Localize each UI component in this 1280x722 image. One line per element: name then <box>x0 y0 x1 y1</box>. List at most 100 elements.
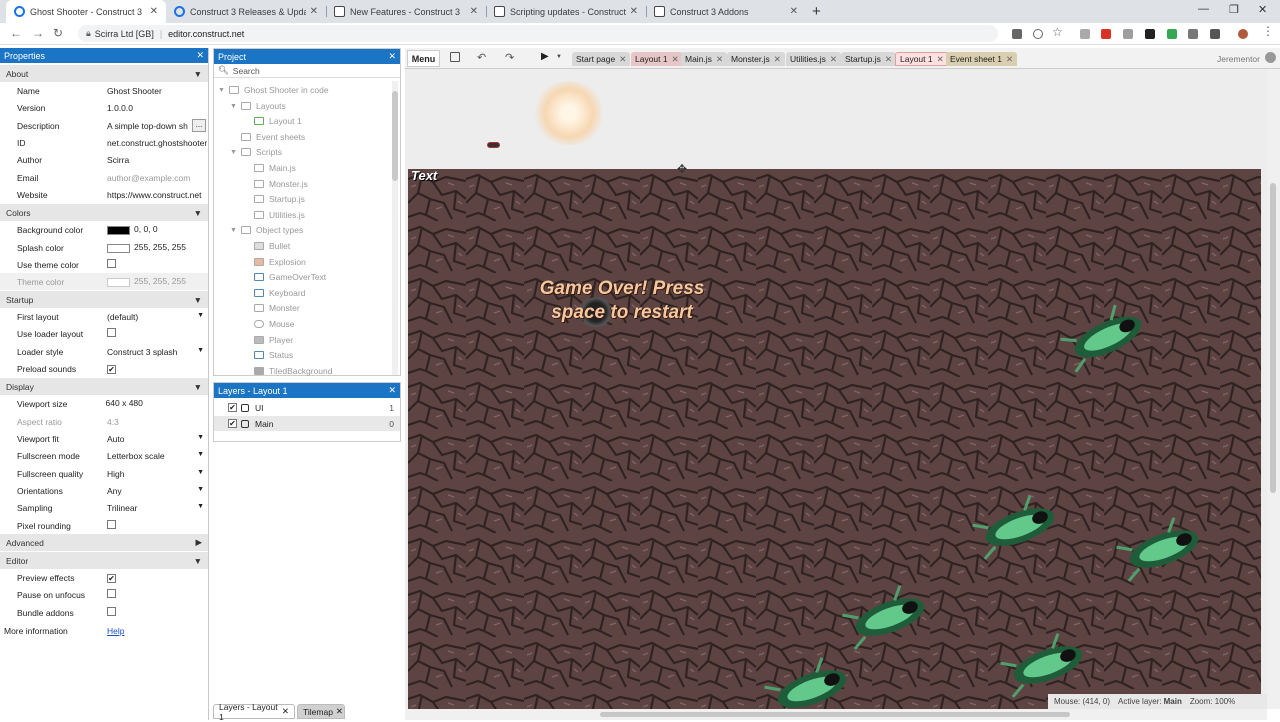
edit-description-button[interactable]: ... <box>192 119 206 132</box>
menu-button[interactable]: Menu <box>407 50 440 67</box>
orientations-select[interactable]: Any <box>107 486 122 496</box>
prop-pause-on-unfocus[interactable]: Pause on unfocus <box>0 586 208 603</box>
prop-website[interactable]: Website https://www.construct.net <box>0 186 208 203</box>
tree-monster-js[interactable]: Monster.js <box>254 179 308 189</box>
close-panel-icon[interactable]: ✕ <box>388 385 396 396</box>
extension-icon[interactable] <box>1145 29 1155 39</box>
tab-event-sheet-1[interactable]: Event sheet 1 ✕ <box>946 52 1018 66</box>
tree-main-js[interactable]: Main.js <box>254 163 296 173</box>
tree-object-gameovertext[interactable]: GameOverText <box>254 272 326 282</box>
game-over-text[interactable]: Game Over! Press space to restart <box>537 277 707 325</box>
layout-area[interactable]: Text Game Over! Press space to restart <box>408 169 1261 709</box>
user-name[interactable]: Jerementor <box>1217 54 1260 64</box>
tab-start-page[interactable]: Start page ✕ <box>572 52 631 66</box>
browser-tab-releases[interactable]: Construct 3 Releases & Updates ✕ <box>166 0 326 23</box>
first-layout-select[interactable]: (default) <box>107 312 138 322</box>
layer-row-ui[interactable]: ✔ UI 1 <box>214 400 400 415</box>
layout-canvas-area[interactable]: Text Game Over! Press space to restart ✥ <box>405 69 1267 709</box>
email-field[interactable]: author@example.com <box>105 173 208 183</box>
tree-object-keyboard[interactable]: Keyboard <box>254 288 305 298</box>
new-tab-icon[interactable]: + <box>812 3 821 20</box>
pause-on-unfocus-checkbox[interactable] <box>107 589 116 598</box>
prop-first-layout[interactable]: First layout (default) ▼ <box>0 308 208 325</box>
lock-icon[interactable] <box>241 403 249 412</box>
close-window-icon[interactable]: ✕ <box>1258 3 1267 16</box>
tree-object-types-folder[interactable]: ▼ Object types <box>230 225 303 235</box>
extension-icon[interactable] <box>1101 29 1111 39</box>
section-colors[interactable]: Colors ▼ <box>0 204 208 221</box>
lock-icon[interactable] <box>241 419 249 428</box>
tree-event-sheets-folder[interactable]: Event sheets <box>241 132 305 142</box>
prop-viewport-size[interactable]: Viewport size▶640 x 480 <box>0 395 208 412</box>
prop-preload-sounds[interactable]: Preload sounds ✔ <box>0 360 208 377</box>
tree-object-explosion[interactable]: Explosion <box>254 257 306 267</box>
extension-icon[interactable] <box>1167 29 1177 39</box>
loader-style-select[interactable]: Construct 3 splash <box>107 347 177 357</box>
prop-fullscreen-quality[interactable]: Fullscreen quality High ▼ <box>0 465 208 482</box>
section-display[interactable]: Display ▼ <box>0 378 208 395</box>
tree-object-bullet[interactable]: Bullet <box>254 241 290 251</box>
close-tab-icon[interactable]: ✕ <box>336 706 343 717</box>
prop-description[interactable]: Description A simple top-down sh... <box>0 117 208 134</box>
prop-version[interactable]: Version 1.0.0.0 <box>0 99 208 116</box>
close-tab-icon[interactable]: ✕ <box>619 54 626 65</box>
save-icon[interactable] <box>450 52 460 62</box>
close-tab-icon[interactable]: ✕ <box>310 6 318 17</box>
tab-main-js[interactable]: Main.js ✕ <box>681 52 728 66</box>
fullscreen-quality-select[interactable]: High <box>107 469 124 479</box>
tree-object-mouse[interactable]: Mouse <box>254 319 295 329</box>
tab-utilities-js[interactable]: Utilities.js ✕ <box>786 52 842 66</box>
redo-icon[interactable]: ↷ <box>505 51 514 64</box>
use-loader-layout-checkbox[interactable] <box>107 328 116 337</box>
layer-row-main[interactable]: ✔ Main 0 <box>214 416 400 431</box>
share-icon[interactable] <box>1033 29 1043 39</box>
restore-icon[interactable]: ❐ <box>1229 3 1239 16</box>
section-startup[interactable]: Startup ▼ <box>0 291 208 308</box>
extension-icon[interactable] <box>1123 29 1133 39</box>
color-swatch[interactable] <box>107 243 130 253</box>
close-panel-icon[interactable]: ✕ <box>196 50 204 61</box>
close-tab-icon[interactable]: ✕ <box>937 54 944 65</box>
close-tab-icon[interactable]: ✕ <box>830 54 837 65</box>
prop-id[interactable]: ID net.construct.ghostshooter <box>0 134 208 151</box>
prop-bundle-addons[interactable]: Bundle addons <box>0 604 208 621</box>
sampling-select[interactable]: Trilinear <box>107 503 137 513</box>
close-tab-icon[interactable]: ✕ <box>470 6 478 17</box>
prop-value[interactable]: Ghost Shooter <box>105 86 208 96</box>
explosion-sprite[interactable] <box>533 81 605 145</box>
user-avatar[interactable] <box>1265 52 1276 63</box>
tree-object-player[interactable]: Player <box>254 335 293 345</box>
fullscreen-mode-select[interactable]: Letterbox scale <box>107 451 165 461</box>
prop-value[interactable]: Scirra <box>105 155 208 165</box>
tab-tilemap[interactable]: Tilemap ✕ <box>297 704 345 719</box>
prop-email[interactable]: Email author@example.com <box>0 169 208 186</box>
color-swatch[interactable] <box>107 225 130 235</box>
status-text-object[interactable]: Text <box>411 169 437 183</box>
viewport-fit-select[interactable]: Auto <box>107 434 125 444</box>
prop-value[interactable]: 1.0.0.0 <box>105 103 208 113</box>
vertical-scrollbar[interactable] <box>1267 69 1280 709</box>
section-advanced[interactable]: Advanced ▶ <box>0 534 208 551</box>
tree-scripts-folder[interactable]: ▼ Scripts <box>230 147 282 157</box>
layer-visible-checkbox[interactable]: ✔ <box>228 419 237 428</box>
undo-icon[interactable]: ↶ <box>477 51 486 64</box>
tree-layout-1[interactable]: Layout 1 <box>254 116 302 126</box>
prop-use-loader-layout[interactable]: Use loader layout <box>0 325 208 342</box>
tab-startup-js[interactable]: Startup.js ✕ <box>841 52 897 66</box>
extension-icon[interactable] <box>1210 29 1220 39</box>
help-link[interactable]: Help <box>105 626 208 636</box>
tree-object-monster[interactable]: Monster <box>254 303 300 313</box>
vertical-scroll-thumb[interactable] <box>1270 183 1276 493</box>
tree-object-status[interactable]: Status <box>254 350 293 360</box>
reload-icon[interactable]: ↻ <box>53 26 63 40</box>
prop-viewport-fit[interactable]: Viewport fit Auto ▼ <box>0 430 208 447</box>
browser-tab-ghost-shooter[interactable]: Ghost Shooter - Construct 3 ✕ <box>6 0 166 23</box>
prop-fullscreen-mode[interactable]: Fullscreen mode Letterbox scale ▼ <box>0 447 208 464</box>
key-icon[interactable] <box>1012 29 1022 39</box>
section-about[interactable]: About ▼ <box>0 65 208 82</box>
tree-layouts-folder[interactable]: ▼ Layouts <box>230 101 286 111</box>
prop-value[interactable]: https://www.construct.net <box>105 190 208 200</box>
tab-layout-1[interactable]: Layout 1 ✕ <box>631 52 683 66</box>
use-theme-color-checkbox[interactable] <box>107 259 116 268</box>
tree-object-tiledbackground[interactable]: TiledBackground <box>254 366 332 376</box>
